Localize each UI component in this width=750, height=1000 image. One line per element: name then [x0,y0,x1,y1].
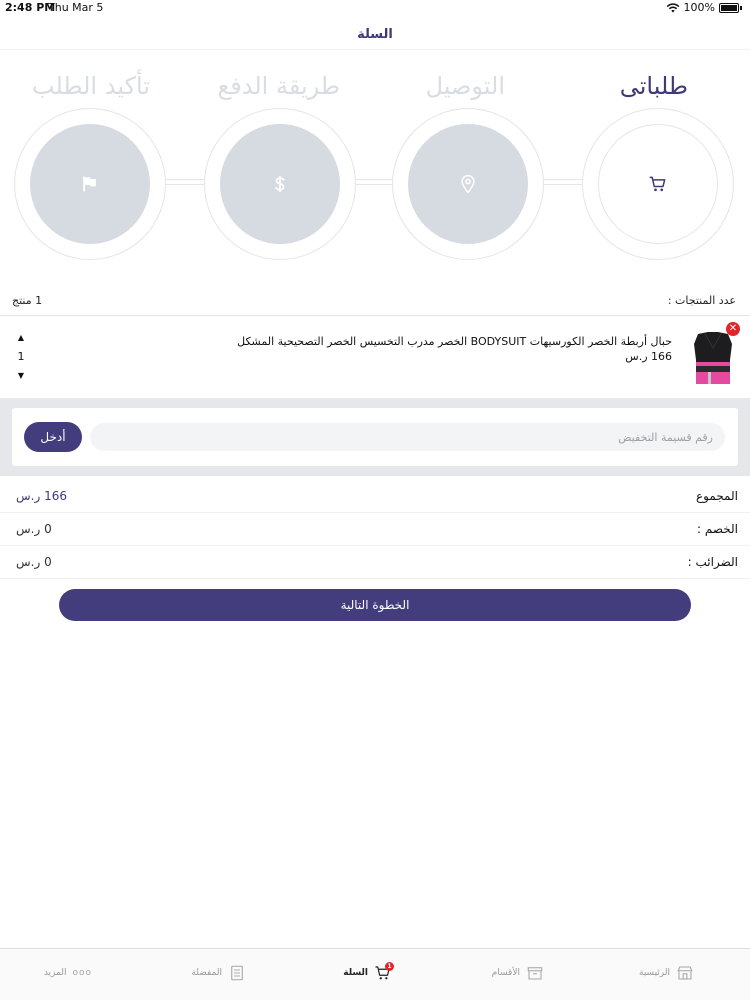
tax-label: الضرائب : [687,555,738,569]
tab-more-label: المزيد [43,968,67,978]
step-payment[interactable] [204,108,356,260]
location-pin-icon [461,174,475,194]
status-bar: 2:48 PM Thu Mar 5 100% [0,0,750,16]
battery-icon [719,2,739,13]
discount-label: الخصم : [697,522,738,536]
page-title: السلة [357,27,393,42]
tab-home[interactable]: الرئيسية [639,961,694,985]
nav-bar: السلة [0,20,750,50]
step-connector [544,179,586,185]
summary-tax-row: الضرائب : 0 ر.س [0,546,750,579]
more-dots-icon: ooo [72,968,92,978]
order-summary: المجموع 166 ر.س الخصم : 0 ر.س الضرائب : … [0,480,750,579]
cart-item: ✕ حبال أربطة الخصر الكورسيهات BODYSUIT ا… [0,318,750,396]
coupon-section: أدخل [0,398,750,476]
step-connector [164,179,206,185]
product-count-label: عدد المنتجات : [667,294,736,307]
cart-icon [649,176,666,192]
product-count-value: 1 منتج [12,294,43,307]
flag-icon [83,176,96,192]
tax-value: 0 ر.س [16,555,52,569]
tab-home-label: الرئيسية [639,968,670,978]
step-confirm-circle [30,124,150,244]
wifi-icon [666,2,679,12]
battery-percent: 100% [683,1,715,14]
quantity-decrease-button[interactable]: ▼ [12,368,30,384]
quantity-increase-button[interactable]: ▲ [12,330,30,346]
apply-coupon-button[interactable]: أدخل [24,422,82,452]
store-icon [677,966,693,980]
status-right: 100% [666,1,742,14]
total-label: المجموع [696,489,738,503]
summary-discount-row: الخصم : 0 ر.س [0,513,750,546]
tab-favorites[interactable]: المفضلة [191,961,246,985]
coupon-card: أدخل [12,408,738,466]
next-step-button[interactable]: الخطوة التالية [59,589,691,621]
tab-bar: الرئيسية الأقسام السلة 1 المفضلة المزيد … [0,948,750,1000]
step-confirm[interactable] [14,108,166,260]
step-delivery-circle [408,124,528,244]
tab-cart[interactable]: السلة 1 [343,961,394,985]
box-icon [527,967,543,980]
checkout-steps: طلباتى التوصيل طريقة الدفع تأكيد الطلب [0,60,750,290]
product-price: 166 ر.س [625,350,672,363]
coupon-input[interactable] [90,423,725,451]
tab-cart-label: السلة [343,968,368,978]
notepad-icon [231,965,243,981]
tab-cart-icon-wrap: 1 [374,962,394,982]
step-label-confirm: تأكيد الطلب [31,72,150,100]
tab-favorites-label: المفضلة [191,968,222,978]
step-label-delivery: التوصيل [425,72,505,100]
product-name: حبال أربطة الخصر الكورسيهات BODYSUIT الخ… [237,335,672,348]
tab-more[interactable]: المزيد ooo [44,961,92,985]
step-label-orders: طلباتى [619,72,688,100]
summary-total-row: المجموع 166 ر.س [0,480,750,513]
step-delivery[interactable] [392,108,544,260]
step-payment-circle [220,124,340,244]
dollar-icon [275,176,285,192]
quantity-stepper: ▲ 1 ▼ [12,330,30,384]
tab-categories[interactable]: الأقسام [492,961,544,985]
discount-value: 0 ر.س [16,522,52,536]
tab-categories-label: الأقسام [491,968,520,978]
status-date: Thu Mar 5 [48,1,104,14]
step-orders[interactable] [582,108,734,260]
cart-badge: 1 [385,962,394,971]
remove-item-button[interactable]: ✕ [726,322,740,336]
step-connector [354,179,396,185]
step-label-payment: طريقة الدفع [217,72,340,100]
quantity-value: 1 [17,350,25,363]
total-value: 166 ر.س [16,489,67,503]
step-orders-circle [598,124,718,244]
product-count-row: عدد المنتجات : 1 منتج [0,290,750,316]
